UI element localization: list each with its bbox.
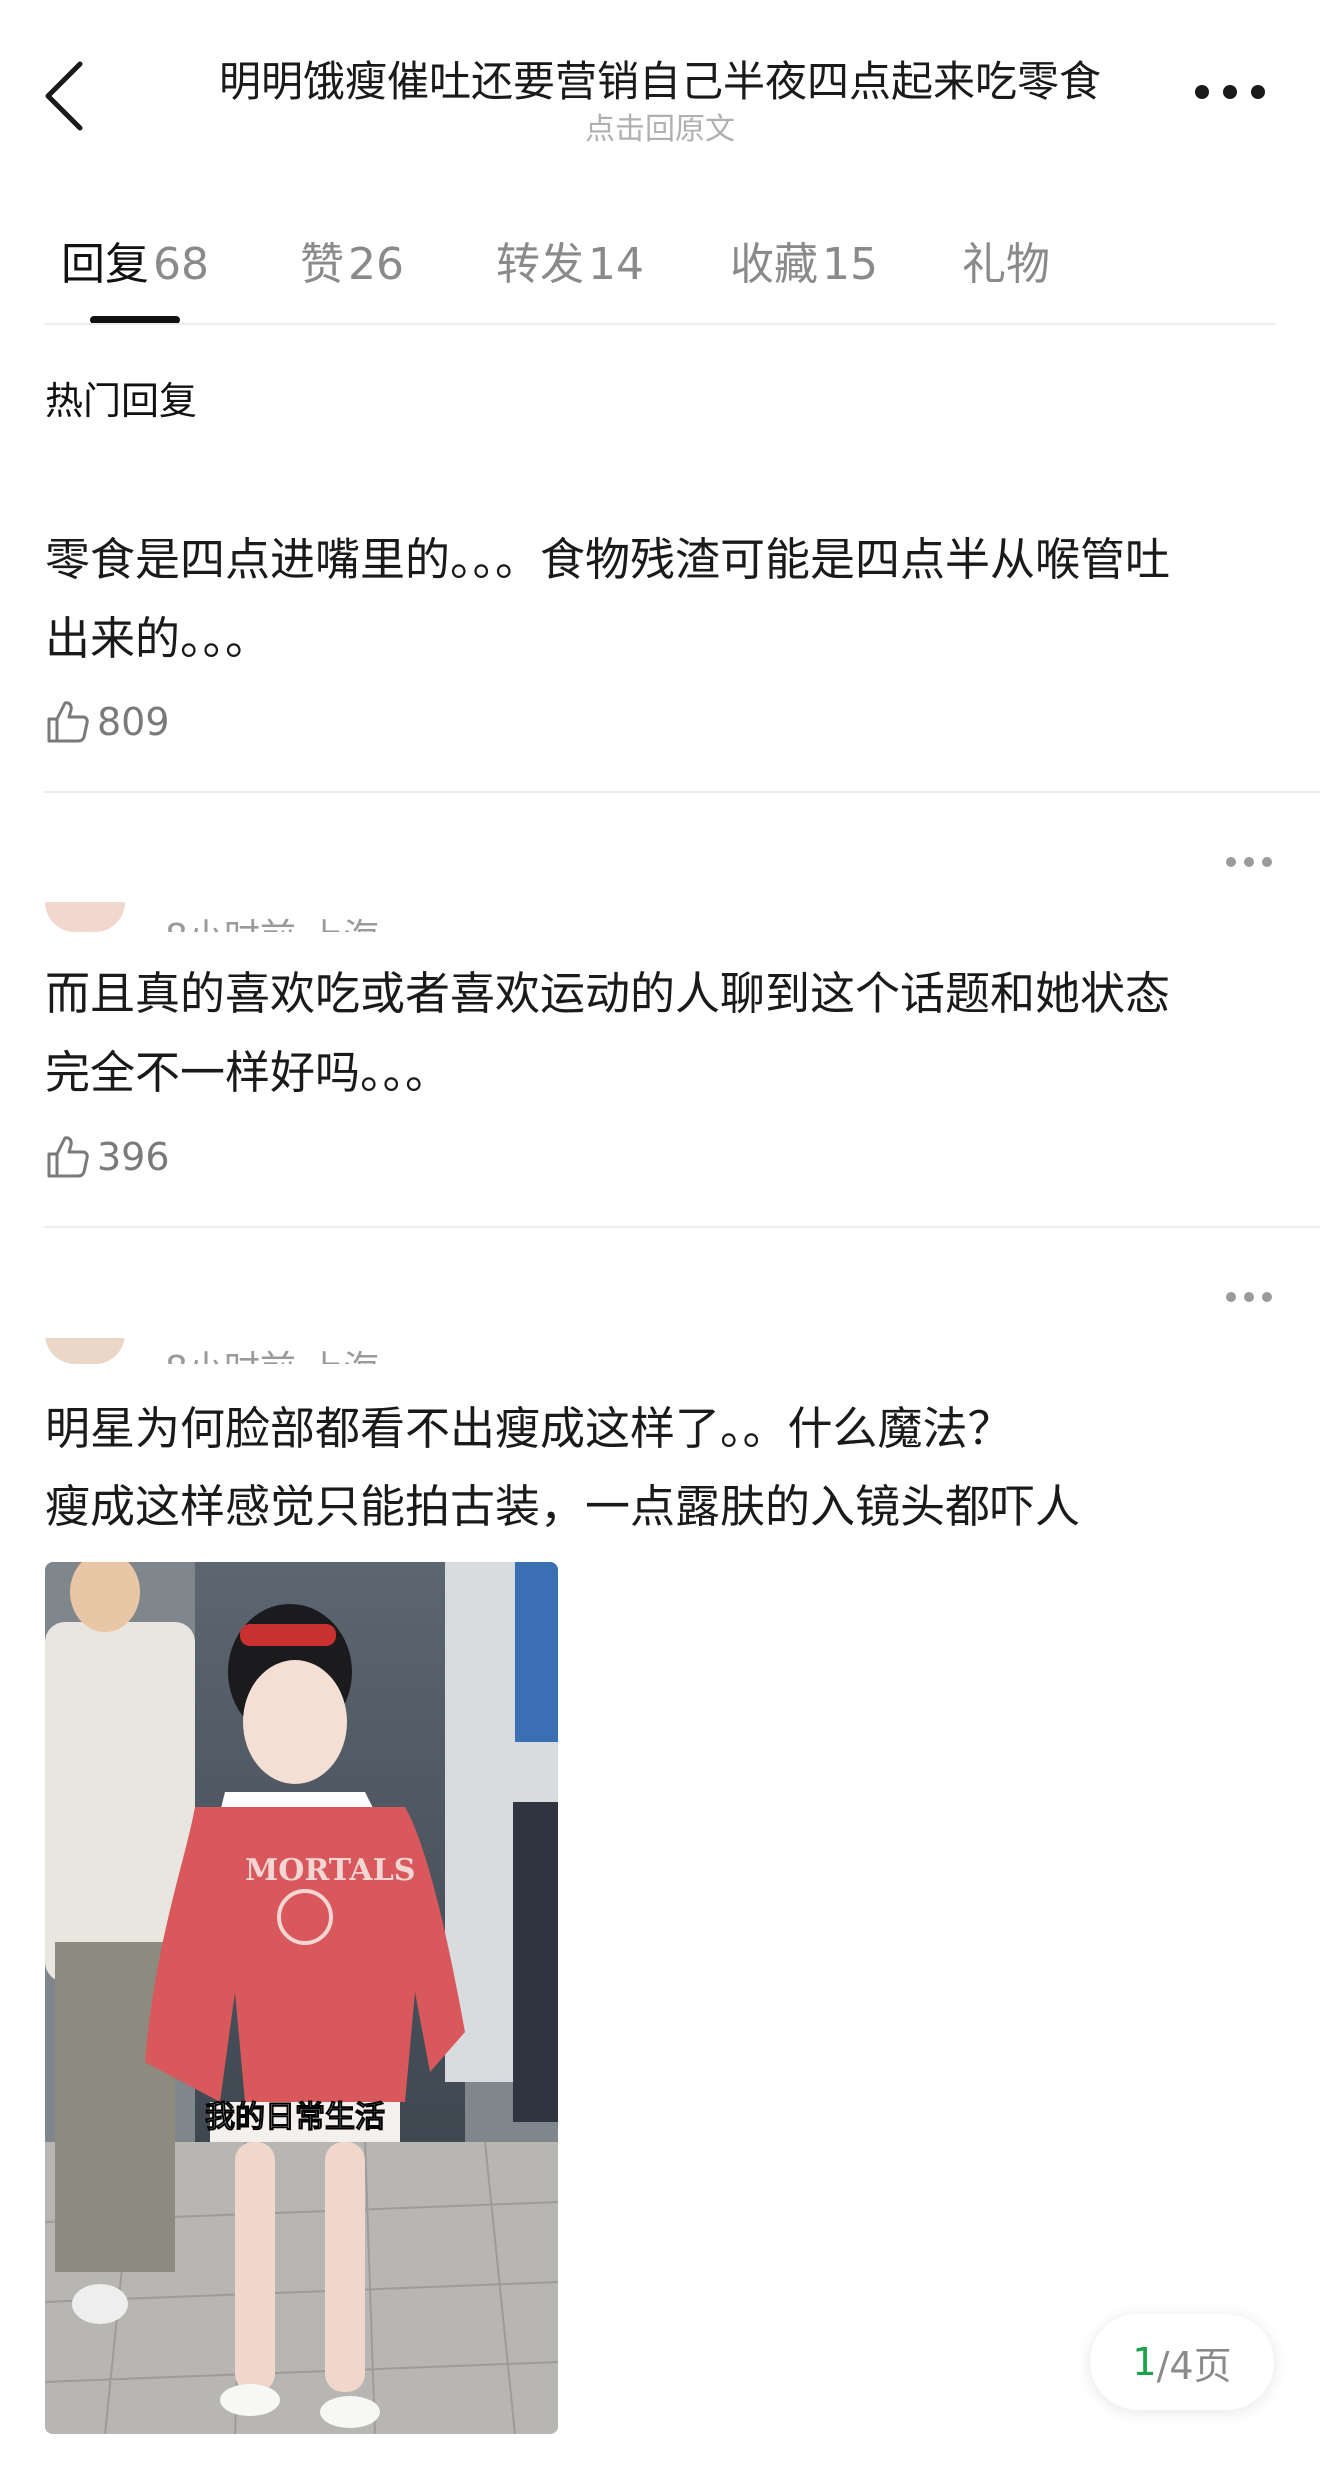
tab-label: 转发 [496,239,584,290]
divider [44,791,1320,793]
avatar [45,1338,125,1364]
image-caption: 我的日常生活 [205,2100,385,2135]
comment-meta: 8小时前 上海 [165,1340,379,1364]
comment-line: 明星为何脸部都看不出瘦成这样了。。什么魔法？ [45,1402,1013,1455]
comment-author-row: 8小时前 上海 [45,902,445,932]
like-button[interactable]: 396 [45,1132,170,1182]
comment-line: 出来的。。。 [45,612,271,665]
comment-text: 明星为何脸部都看不出瘦成这样了。。什么魔法？ 瘦成这样感觉只能拍古装，一点露肤的… [45,1390,1275,1546]
avatar [45,902,125,932]
shirt-print: MORTALS [245,1853,415,1888]
tab-replies[interactable]: 回复68 [61,228,209,292]
chevron-left-icon[interactable] [40,56,92,136]
like-count: 396 [97,1135,170,1179]
page-title: 明明饿瘦催吐还要营销自己半夜四点起来吃零食 [218,57,1101,106]
more-options-icon[interactable] [1224,1290,1274,1304]
comment-line: 瘦成这样感觉只能拍古装，一点露肤的入镜头都吓人 [45,1480,1081,1533]
comment-line: 零食是四点进嘴里的。。。食物残渣可能是四点半从喉管吐 [45,533,1171,586]
tab-label: 回复 [61,239,149,290]
comment-meta: 8小时前 上海 [165,908,379,932]
tab-count: 14 [588,239,644,290]
tab-count: 26 [348,239,404,290]
thumbs-up-icon [47,701,89,743]
tab-count: 68 [153,239,209,290]
divider [44,1226,1320,1228]
tab-gifts[interactable]: 礼物 [962,228,1050,292]
tab-likes[interactable]: 赞26 [300,228,404,292]
like-count: 809 [97,700,170,744]
more-options-icon[interactable] [1224,855,1274,869]
comment-line: 而且真的喜欢吃或者喜欢运动的人聊到这个话题和她状态 [45,967,1171,1020]
section-title: 热门回复 [45,379,198,423]
like-button[interactable]: 809 [45,697,170,747]
total-pages: /4页 [1156,2343,1232,2388]
divider [44,323,1276,325]
comment-line: 完全不一样好吗。。。 [45,1046,451,1099]
comment-author-row: 8小时前 上海 [45,1338,445,1364]
tab-label: 赞 [300,239,344,290]
current-page: 1 [1132,2340,1157,2384]
page-indicator[interactable]: 1/4页 [1090,2314,1274,2410]
tab-count: 15 [822,239,878,290]
thumbs-up-icon [47,1136,89,1178]
comment-photo[interactable]: MORTALS 我的日常生活 [45,1562,558,2434]
more-horizontal-icon[interactable] [1192,80,1268,104]
back-to-original-link[interactable]: 点击回原文 [150,104,1170,148]
tab-reposts[interactable]: 转发14 [496,228,644,292]
tab-label: 礼物 [962,239,1050,290]
comment-text: 零食是四点进嘴里的。。。食物残渣可能是四点半从喉管吐 出来的。。。 [45,520,1275,678]
tab-favorites[interactable]: 收藏15 [730,228,878,292]
comment-text: 而且真的喜欢吃或者喜欢运动的人聊到这个话题和她状态 完全不一样好吗。。。 [45,954,1275,1112]
tab-label: 收藏 [730,239,818,290]
